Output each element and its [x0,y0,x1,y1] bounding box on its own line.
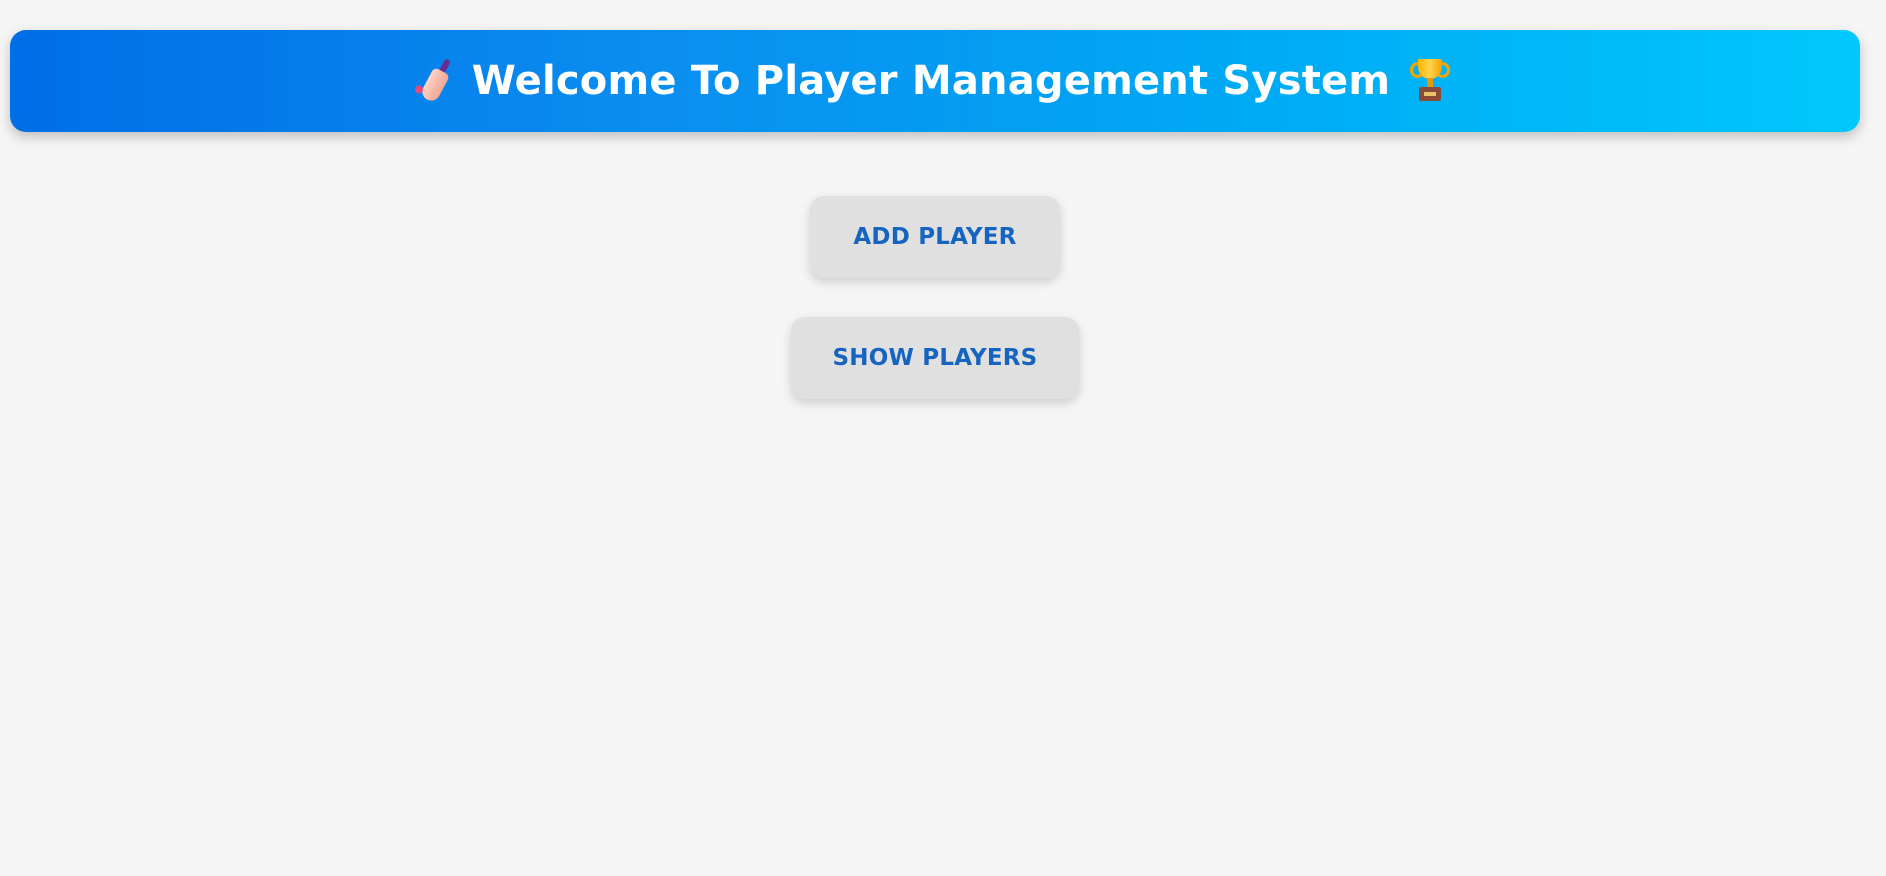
add-player-button[interactable]: ADD PLAYER [810,196,1060,278]
cricket-bat-icon [410,52,463,110]
show-players-button[interactable]: SHOW PLAYERS [791,317,1079,399]
trophy-icon [1410,59,1451,103]
app-header: Welcome To Player Management System [10,30,1860,132]
page-title: Welcome To Player Management System [471,58,1391,104]
